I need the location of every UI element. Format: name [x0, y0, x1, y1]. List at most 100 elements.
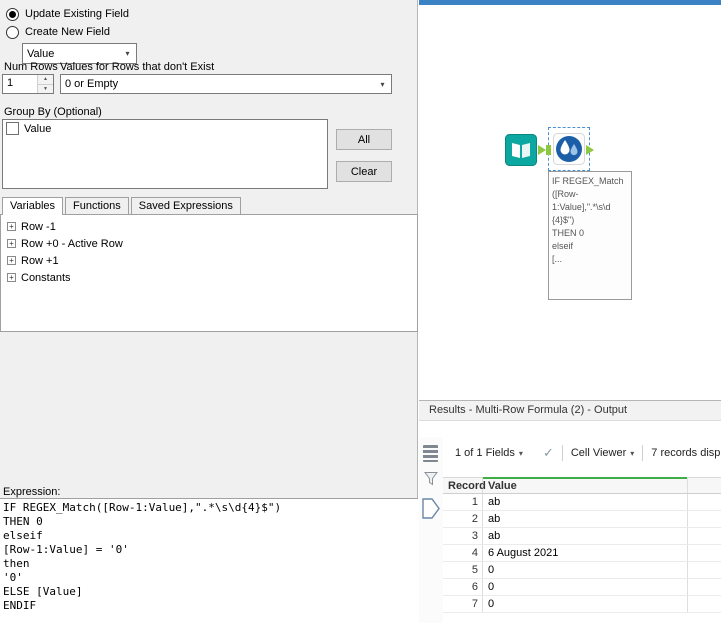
fields-dropdown[interactable]: 1 of 1 Fields ▾ [455, 447, 523, 459]
tree-item-label: Row -1 [21, 220, 56, 233]
all-button[interactable]: All [336, 129, 392, 150]
tree-item-row-minus1[interactable]: + Row -1 [1, 218, 417, 235]
tree-item-row-plus1[interactable]: + Row +1 [1, 252, 417, 269]
multirow-formula-config-panel: Update Existing Field Create New Field V… [0, 0, 418, 623]
data-view-icon[interactable] [423, 445, 438, 462]
record-cell[interactable]: 3 [443, 528, 483, 544]
table-row: 4 6 August 2021 [443, 545, 721, 562]
tab-functions[interactable]: Functions [65, 197, 129, 214]
expression-code[interactable]: IF REGEX_Match([Row-1:Value],".*\s\d{4}$… [0, 499, 418, 615]
record-cell[interactable]: 6 [443, 579, 483, 595]
text-input-tool[interactable] [505, 134, 537, 166]
expand-icon[interactable]: + [7, 273, 16, 282]
chevron-down-icon: ▾ [630, 448, 635, 458]
output-anchor-icon[interactable] [420, 497, 442, 523]
missing-values-label: Values for Rows that don't Exist [60, 61, 215, 73]
table-row: 7 0 [443, 596, 721, 613]
results-toolbar: 1 of 1 Fields ▾ ✓ Cell Viewer ▾ 7 record… [443, 441, 721, 465]
value-cell[interactable]: 0 [483, 579, 688, 595]
annotation-line: {4}$") [552, 215, 575, 225]
expand-icon[interactable]: + [7, 239, 16, 248]
annotation-line: elseif [552, 241, 574, 251]
text-input-output-anchor[interactable] [538, 145, 546, 155]
value-cell[interactable]: 0 [483, 562, 688, 578]
create-new-field-radio[interactable]: Create New Field [6, 25, 110, 39]
num-rows-label: Num Rows [4, 61, 58, 73]
expand-icon[interactable]: + [7, 222, 16, 231]
record-cell[interactable]: 2 [443, 511, 483, 527]
results-panel: Results - Multi-Row Formula (2) - Output… [419, 400, 721, 623]
records-count-text: 7 records disp [651, 447, 721, 459]
group-by-item-value[interactable]: Value [3, 120, 327, 137]
num-rows-value: 1 [7, 77, 14, 89]
expression-tabs: Variables Functions Saved Expressions [2, 197, 243, 215]
apply-check-icon[interactable]: ✓ [543, 445, 554, 461]
value-cell[interactable]: ab [483, 511, 688, 527]
record-cell[interactable]: 4 [443, 545, 483, 561]
update-existing-field-label: Update Existing Field [25, 8, 129, 20]
tab-variables[interactable]: Variables [2, 197, 64, 215]
value-column-header[interactable]: Value [483, 477, 688, 493]
annotation-line: 1:Value],".*\s\d [552, 202, 611, 212]
tree-item-label: Row +1 [21, 254, 59, 267]
multirow-formula-tool[interactable] [553, 133, 585, 165]
radio-selected-icon[interactable] [6, 7, 19, 21]
value-cell[interactable]: 6 August 2021 [483, 545, 688, 561]
clear-button[interactable]: Clear [336, 161, 392, 182]
table-row: 5 0 [443, 562, 721, 579]
chevron-down-icon: ▾ [518, 448, 523, 458]
spinner-down-icon[interactable]: ▼ [38, 84, 53, 93]
group-by-item-label: Value [24, 122, 52, 135]
record-column-header[interactable]: Record [443, 478, 486, 493]
create-new-field-label: Create New Field [25, 26, 110, 38]
radio-unselected-icon[interactable] [6, 25, 19, 39]
record-cell[interactable]: 5 [443, 562, 483, 578]
value-cell[interactable]: ab [483, 528, 688, 544]
chevron-down-icon[interactable]: ▾ [374, 75, 391, 93]
annotation-line: [... [552, 254, 563, 264]
results-grid: Record Value 1 ab 2 ab 3 ab 4 6 August 2… [443, 477, 721, 623]
group-by-label: Group By (Optional) [4, 106, 102, 118]
group-by-listbox[interactable]: Value [2, 119, 328, 189]
tool-annotation: IF REGEX_Match ([Row- 1:Value],".*\s\d {… [548, 171, 632, 300]
update-existing-field-radio[interactable]: Update Existing Field [6, 7, 129, 21]
toolbar-separator [561, 445, 563, 461]
results-side-strip [419, 437, 443, 623]
multirow-output-anchor[interactable] [586, 145, 594, 155]
table-row: 3 ab [443, 528, 721, 545]
annotation-line: IF REGEX_Match [552, 176, 624, 186]
expand-icon[interactable]: + [7, 256, 16, 265]
value-cell[interactable]: 0 [483, 596, 688, 612]
tree-item-row-active[interactable]: + Row +0 - Active Row [1, 235, 417, 252]
num-rows-stepper[interactable]: 1 ▲ ▼ [2, 74, 54, 94]
table-row: 2 ab [443, 511, 721, 528]
record-cell[interactable]: 7 [443, 596, 483, 612]
grid-header-row: Record Value [443, 477, 721, 494]
expression-label: Expression: [3, 486, 61, 498]
checkbox-unchecked-icon[interactable] [6, 122, 19, 135]
fields-dropdown-label: 1 of 1 Fields [455, 447, 515, 459]
tree-item-label: Row +0 - Active Row [21, 237, 123, 250]
multirow-input-anchor[interactable] [546, 145, 551, 155]
results-title: Results - Multi-Row Formula (2) - Output [419, 401, 721, 421]
spinner-up-icon[interactable]: ▲ [38, 75, 53, 85]
metadata-icon[interactable] [423, 471, 439, 489]
cell-viewer-dropdown[interactable]: Cell Viewer ▾ [571, 447, 634, 459]
canvas-top-border [419, 0, 721, 5]
spinner-buttons: ▲ ▼ [37, 75, 53, 93]
value-cell[interactable]: ab [483, 494, 688, 510]
expression-editor[interactable]: IF REGEX_Match([Row-1:Value],".*\s\d{4}$… [0, 498, 418, 623]
text-input-icon [505, 134, 537, 166]
workflow-canvas[interactable]: IF REGEX_Match ([Row- 1:Value],".*\s\d {… [419, 0, 721, 400]
record-cell[interactable]: 1 [443, 494, 483, 510]
tab-saved-expressions[interactable]: Saved Expressions [130, 197, 241, 214]
tree-item-label: Constants [21, 271, 71, 284]
missing-values-value: 0 or Empty [65, 78, 119, 90]
alteryx-designer-window: { "config": { "radios": { "update_existi… [0, 0, 721, 623]
cell-viewer-label: Cell Viewer [570, 447, 627, 459]
toolbar-separator [642, 445, 644, 461]
tree-item-constants[interactable]: + Constants [1, 269, 417, 286]
multirow-formula-icon [553, 133, 585, 165]
missing-values-dropdown[interactable]: 0 or Empty ▾ [60, 74, 392, 94]
field-select-value: Value [27, 47, 55, 60]
